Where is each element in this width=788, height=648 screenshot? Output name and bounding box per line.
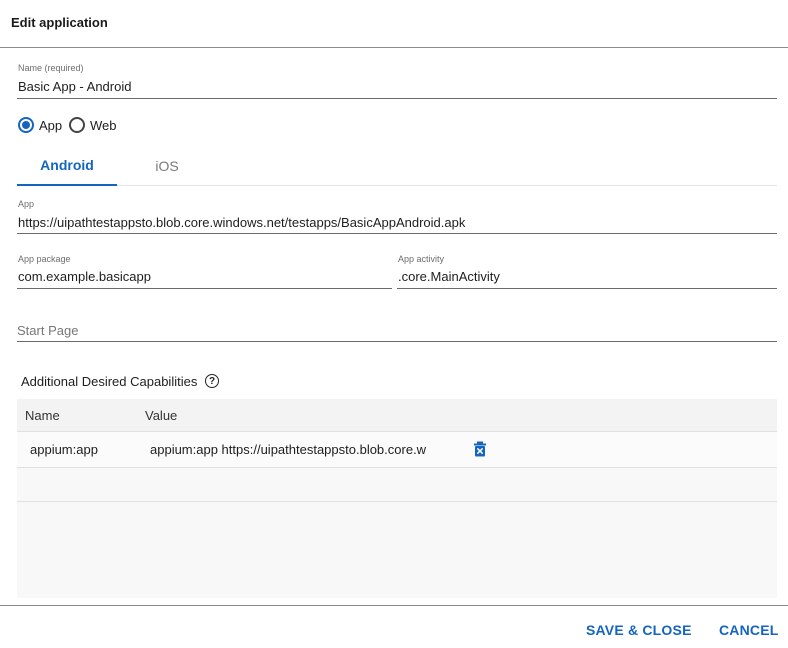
start-page-field[interactable]: Start Page — [17, 320, 777, 344]
footer-divider — [0, 605, 788, 606]
app-package-label: App package — [18, 254, 71, 264]
app-activity-underline — [397, 288, 777, 289]
delete-icon[interactable] — [473, 441, 487, 457]
capability-name-cell[interactable]: appium:app — [30, 442, 140, 457]
app-url-field[interactable]: App https://uipathtestappsto.blob.core.w… — [17, 196, 777, 236]
table-row[interactable]: appium:app appium:app https://uipathtest… — [17, 432, 777, 468]
start-page-underline — [17, 341, 777, 342]
tab-android[interactable]: Android — [17, 145, 117, 186]
app-package-field[interactable]: App package com.example.basicapp — [17, 251, 392, 291]
app-url-underline — [17, 233, 777, 234]
save-and-close-button[interactable]: SAVE & CLOSE — [586, 622, 692, 638]
column-header-value[interactable]: Value — [145, 408, 177, 423]
name-field[interactable]: Name (required) Basic App - Android — [17, 60, 777, 100]
app-activity-value[interactable]: .core.MainActivity — [398, 269, 500, 284]
name-field-value[interactable]: Basic App - Android — [18, 79, 131, 94]
app-package-underline — [17, 288, 392, 289]
radio-unchecked-icon[interactable] — [69, 117, 85, 133]
dialog-title: Edit application — [11, 15, 108, 30]
app-activity-field[interactable]: App activity .core.MainActivity — [397, 251, 777, 291]
cancel-button[interactable]: CANCEL — [719, 622, 779, 638]
name-field-label: Name (required) — [18, 63, 84, 73]
radio-checked-icon[interactable] — [18, 117, 34, 133]
app-url-label: App — [18, 199, 35, 209]
help-circle-icon[interactable]: ? — [205, 374, 219, 388]
app-url-value[interactable]: https://uipathtestappsto.blob.core.windo… — [18, 215, 465, 230]
radio-app[interactable]: App — [18, 115, 62, 135]
capabilities-grid: Name Value appium:app appium:app https:/… — [17, 399, 777, 598]
column-header-name[interactable]: Name — [25, 408, 60, 423]
dialog-header: Edit application — [0, 0, 788, 48]
capability-value-cell[interactable]: appium:app https://uipathtestappsto.blob… — [150, 442, 430, 457]
platform-tabs: Android iOS — [17, 145, 777, 186]
radio-web[interactable]: Web — [69, 115, 117, 135]
table-row-empty[interactable] — [17, 468, 777, 502]
radio-app-label[interactable]: App — [39, 118, 62, 133]
start-page-placeholder[interactable]: Start Page — [17, 323, 78, 338]
grid-header: Name Value — [17, 399, 777, 432]
app-package-value[interactable]: com.example.basicapp — [18, 269, 151, 284]
capabilities-title: Additional Desired Capabilities — [21, 374, 198, 389]
name-field-underline — [17, 98, 777, 99]
app-activity-label: App activity — [398, 254, 445, 264]
radio-web-label[interactable]: Web — [90, 118, 117, 133]
tab-ios[interactable]: iOS — [117, 145, 217, 186]
